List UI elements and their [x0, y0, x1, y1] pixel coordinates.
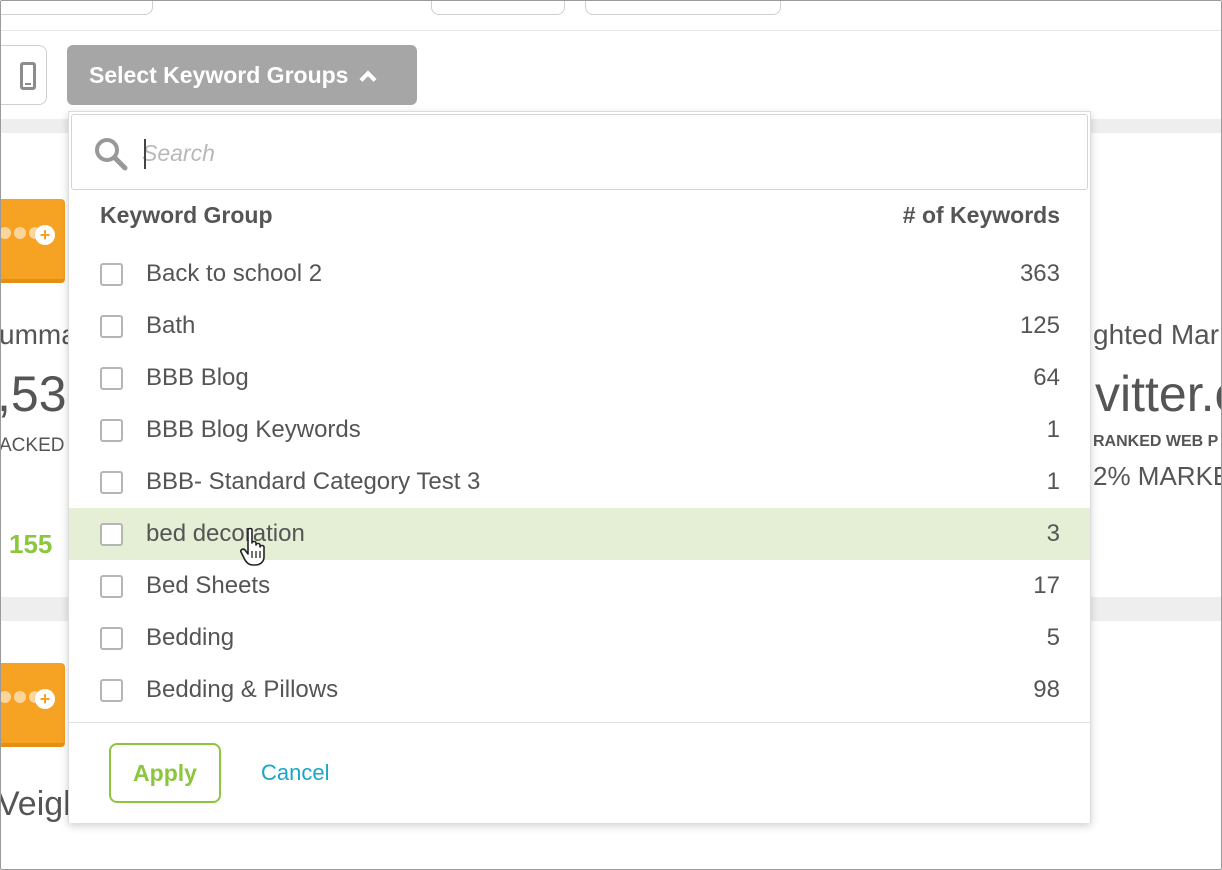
keyword-group-name: Back to school 2 [146, 260, 323, 287]
row-checkbox[interactable] [100, 263, 123, 286]
widget-tile[interactable]: + [1, 663, 65, 747]
row-checkbox[interactable] [100, 523, 123, 546]
hand-pointer-cursor-icon [240, 527, 265, 566]
keyword-group-row[interactable]: Bedding & Pillows 98 [69, 664, 1090, 716]
select-keyword-groups-label: Select Keyword Groups [89, 61, 349, 88]
keyword-count: 3 [1046, 520, 1060, 547]
device-selector-button[interactable] [1, 45, 47, 105]
row-checkbox[interactable] [100, 575, 123, 598]
row-checkbox[interactable] [100, 627, 123, 650]
keyword-group-name: bed decoration [146, 520, 305, 547]
column-header-keyword-count: # of Keywords [902, 202, 1060, 228]
market-share-label: 2% MARKE [1093, 461, 1222, 491]
top-control[interactable] [1, 1, 153, 15]
plus-icon: + [35, 225, 55, 245]
row-checkbox[interactable] [100, 471, 123, 494]
top-bar [1, 1, 1221, 31]
keyword-group-name: BBB Blog Keywords [146, 416, 361, 443]
text-caret [144, 139, 146, 169]
keyword-count: 1 [1046, 416, 1060, 443]
keyword-group-name: Bed Sheets [146, 572, 271, 599]
green-value: 155 [9, 529, 53, 559]
keyword-group-name: BBB- Standard Category Test 3 [146, 468, 481, 495]
widget-tile[interactable]: + [1, 199, 65, 283]
top-control[interactable] [431, 1, 565, 15]
keyword-groups-dropdown: Keyword Group # of Keywords Back to scho… [68, 111, 1091, 823]
top-domain: vitter.c [1095, 366, 1221, 422]
row-checkbox[interactable] [100, 679, 123, 702]
keyword-group-row[interactable]: BBB Blog 64 [69, 352, 1090, 404]
tracked-label: ACKED [0, 435, 65, 456]
keyword-group-name: Bedding & Pillows [146, 676, 339, 703]
keyword-group-row[interactable]: Back to school 2 363 [69, 248, 1090, 300]
keyword-group-list[interactable]: Back to school 2 363 Bath 125 BBB Blog 6… [69, 248, 1090, 722]
keyword-group-row[interactable]: BBB- Standard Category Test 3 1 [69, 456, 1090, 508]
keyword-group-name: Bedding [146, 624, 235, 651]
row-checkbox[interactable] [100, 419, 123, 442]
apply-button[interactable]: Apply [109, 743, 221, 803]
keyword-count: 5 [1046, 624, 1060, 651]
search-box[interactable] [71, 114, 1088, 190]
app-frame: Select Keyword Groups + + umma ,53 ACKED… [0, 0, 1222, 870]
keyword-group-name: BBB Blog [146, 364, 249, 391]
keyword-group-row[interactable]: BBB Blog Keywords 1 [69, 404, 1090, 456]
keyword-group-row[interactable]: Bath 125 [69, 300, 1090, 352]
row-checkbox[interactable] [100, 315, 123, 338]
chevron-up-icon [359, 70, 377, 88]
cancel-link[interactable]: Cancel [261, 760, 329, 786]
row-checkbox[interactable] [100, 367, 123, 390]
keyword-count: 1 [1046, 468, 1060, 495]
mobile-device-icon [20, 62, 36, 90]
weighted-market-heading: ghted Mark [1093, 319, 1222, 350]
plus-icon: + [35, 689, 55, 709]
keyword-group-row[interactable]: Bedding 5 [69, 612, 1090, 664]
top-control[interactable] [585, 1, 781, 15]
keyword-group-row-hovered[interactable]: bed decoration 3 [69, 508, 1090, 560]
search-input[interactable] [142, 133, 1042, 173]
keyword-count: 363 [1019, 260, 1060, 287]
summary-heading: umma [0, 319, 77, 350]
keyword-group-row[interactable]: Bed Sheets 17 [69, 560, 1090, 612]
keyword-group-name: Bath [146, 312, 196, 339]
keyword-count: 98 [1033, 676, 1060, 703]
tracked-total: ,53 [0, 366, 67, 422]
search-icon [95, 138, 128, 171]
list-header: Keyword Group # of Keywords [69, 190, 1090, 246]
dropdown-footer: Apply Cancel [69, 722, 1090, 823]
select-keyword-groups-button[interactable]: Select Keyword Groups [67, 45, 417, 105]
column-header-keyword-group: Keyword Group [100, 202, 273, 228]
keyword-count: 125 [1019, 312, 1060, 339]
keyword-count: 17 [1033, 572, 1060, 599]
keyword-count: 64 [1033, 364, 1060, 391]
ranked-web-label: RANKED WEB P [1093, 433, 1219, 450]
